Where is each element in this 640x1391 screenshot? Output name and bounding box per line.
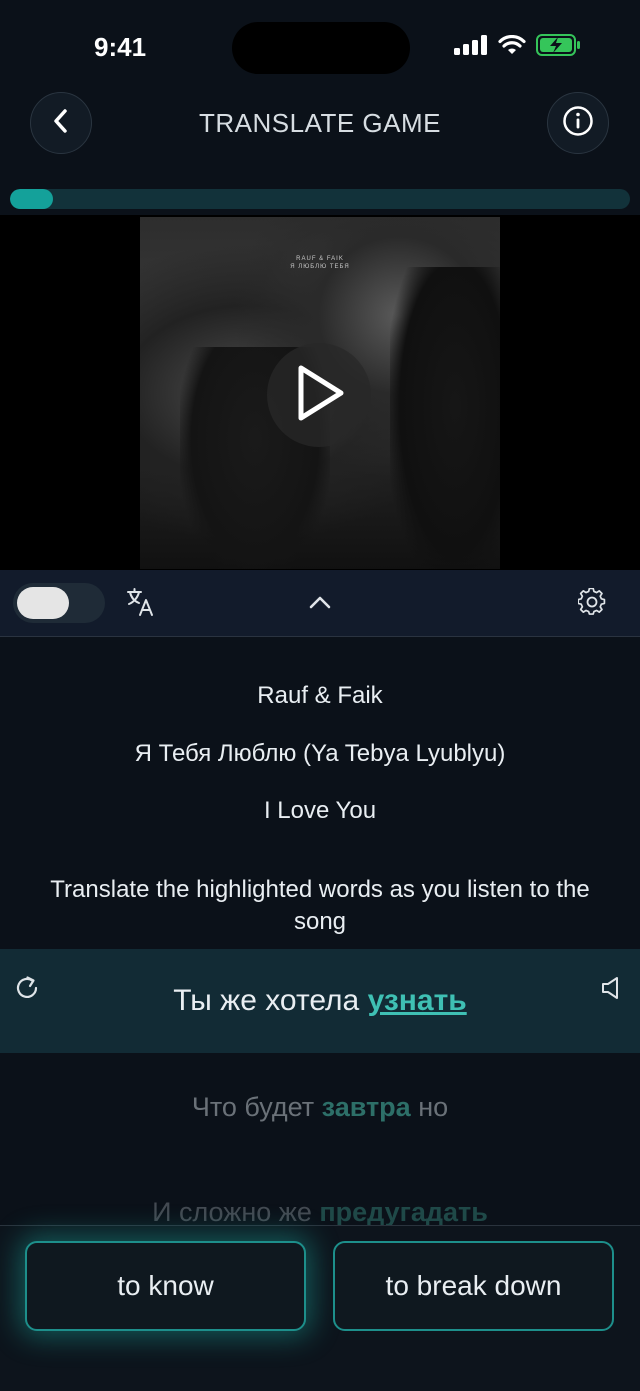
status-icons [454, 34, 582, 61]
cover-text-line1: RAUF & FAIK [296, 256, 344, 262]
play-icon [291, 362, 347, 429]
signal-icon [454, 35, 488, 60]
info-button[interactable] [547, 92, 609, 154]
song-artist: Rauf & Faik [257, 682, 383, 709]
progress-bar [10, 189, 630, 209]
control-bar [0, 570, 640, 637]
next-lyric-line: Что будет завтра но [0, 1092, 640, 1123]
status-bar: 9:41 [0, 0, 640, 90]
current-lyric-text: Ты же хотела [173, 984, 368, 1017]
song-translation: I Love You [263, 797, 377, 824]
upcoming-lyric-text: И сложно же [152, 1197, 320, 1227]
page-title: TRANSLATE GAME [198, 108, 441, 138]
next-highlighted-word: завтра [321, 1092, 411, 1122]
answer-option-1[interactable]: to know [25, 1241, 306, 1331]
translation-toggle[interactable] [13, 583, 105, 623]
toggle-knob [17, 587, 69, 619]
song-title: Я Тебя Люблю (Ya Tebya Lyublyu) [134, 740, 506, 767]
cover-figure-right [390, 267, 500, 569]
current-lyric-line: Ты же хотела узнать [0, 984, 640, 1018]
answer-panel: to know to break down [0, 1225, 640, 1391]
current-lyric-band: Ты же хотела узнать [0, 949, 640, 1053]
upcoming-highlighted-word: предугадать [319, 1197, 488, 1227]
gear-icon[interactable] [576, 586, 608, 618]
battery-charging-icon [536, 34, 582, 61]
upcoming-lyric-line: И сложно же предугадать [0, 1197, 640, 1228]
header: TRANSLATE GAME [0, 90, 640, 160]
highlighted-word[interactable]: узнать [368, 984, 467, 1017]
next-lyric-text-before: Что будет [191, 1092, 322, 1122]
next-lyric-text-after: но [410, 1092, 449, 1122]
dynamic-island [232, 22, 410, 74]
wifi-icon [498, 34, 526, 60]
chevron-up-icon[interactable] [304, 586, 336, 618]
video-player[interactable]: RAUF & FAIK Я ЛЮБЛЮ ТЕБЯ [0, 215, 640, 570]
status-time: 9:41 [94, 32, 147, 62]
translate-icon[interactable] [125, 586, 157, 618]
speaker-icon[interactable] [597, 973, 627, 1003]
play-button[interactable] [267, 343, 371, 447]
progress-fill [10, 189, 54, 209]
answer-option-2[interactable]: to break down [333, 1241, 614, 1331]
instructions: Translate the highlighted words as you l… [50, 876, 590, 935]
info-icon [562, 105, 594, 142]
